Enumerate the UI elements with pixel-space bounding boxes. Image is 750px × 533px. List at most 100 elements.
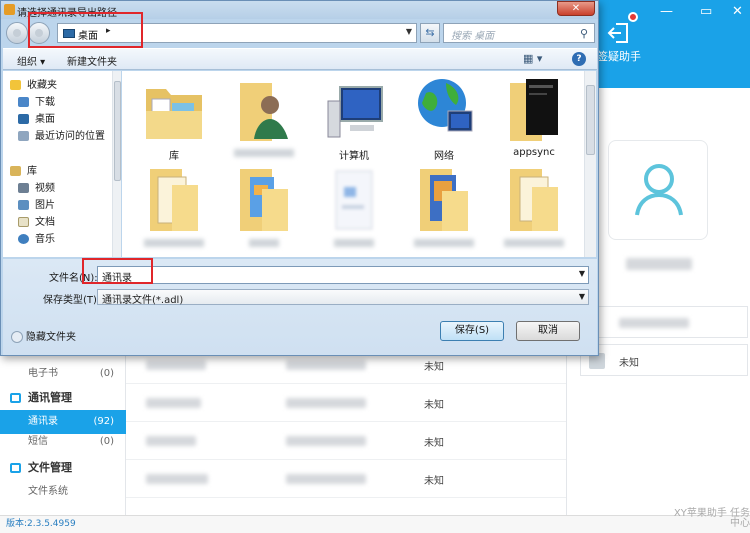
- list-row[interactable]: 未知: [126, 460, 566, 498]
- file-name-blurred: [144, 239, 204, 247]
- highlight-address-bar: [28, 12, 143, 48]
- file-name-blurred: [504, 239, 564, 247]
- file-item-user-folder[interactable]: [224, 75, 304, 167]
- document-icon: [18, 217, 29, 227]
- library-folder-icon: [146, 89, 202, 139]
- nav-libraries[interactable]: 库: [9, 163, 37, 180]
- highlight-filename: [82, 258, 153, 284]
- file-name: 库: [169, 151, 179, 162]
- list-row[interactable]: 未知: [126, 384, 566, 422]
- filetype-value: 通讯录文件(*.adl): [102, 295, 184, 306]
- nav-videos[interactable]: 视频: [17, 180, 55, 197]
- avatar[interactable]: [608, 140, 708, 240]
- desktop-icon: [18, 114, 29, 124]
- nav-pane-scrollbar[interactable]: [112, 71, 121, 257]
- hide-folders-label: 隐藏文件夹: [26, 332, 76, 343]
- folder-icon: [420, 169, 468, 231]
- refresh-button[interactable]: ⇆: [420, 23, 440, 43]
- search-placeholder: 搜索 桌面: [451, 31, 495, 42]
- sidebar-item-label: 短信: [28, 436, 48, 447]
- nav-music[interactable]: 音乐: [17, 231, 55, 248]
- nav-label: 音乐: [35, 234, 55, 245]
- save-button[interactable]: 保存(S): [440, 321, 504, 341]
- sidebar-section-4[interactable]: 文件管理: [0, 455, 126, 481]
- file-view-scrollbar[interactable]: [584, 71, 596, 257]
- new-folder-button[interactable]: 新建文件夹: [67, 53, 117, 68]
- file-item-folder[interactable]: [494, 165, 574, 257]
- list-status: 未知: [424, 476, 444, 487]
- close-app-icon[interactable]: ✕: [732, 4, 743, 19]
- chevron-down-icon[interactable]: ▼: [406, 27, 412, 36]
- save-dialog: 请选择通讯录导出路径 ✕ 桌面 ▸ ▼ ⇆ 搜索 桌面 ⚲ 组织 ▾ 新建文件夹…: [0, 0, 599, 356]
- version-text: 版本:2.3.5.4959: [6, 519, 76, 529]
- detail-field[interactable]: 未知: [580, 344, 748, 376]
- sidebar-item-label: 文件系统: [28, 486, 68, 497]
- file-name-blurred: [414, 239, 474, 247]
- watermark: XY苹果助手 任务中心: [673, 508, 750, 529]
- command-bar: 组织 ▾ 新建文件夹 ▦ ▾ ?: [3, 48, 597, 70]
- file-item-document[interactable]: [314, 165, 394, 257]
- hide-folders-toggle[interactable]: 隐藏文件夹: [11, 328, 76, 343]
- nav-label: 文档: [35, 217, 55, 228]
- chevron-down-icon[interactable]: ▼: [579, 269, 585, 278]
- tool-label: 签疑助手: [597, 50, 641, 63]
- picture-icon: [18, 200, 29, 210]
- detail-field[interactable]: [580, 306, 748, 338]
- sidebar-item-label: 通讯录: [28, 416, 58, 427]
- nav-label: 图片: [35, 200, 55, 211]
- minimize-icon[interactable]: —: [660, 4, 673, 19]
- sidebar-item-3[interactable]: 短信 (0): [0, 430, 126, 454]
- nav-downloads[interactable]: 下载: [17, 94, 55, 111]
- nav-pictures[interactable]: 图片: [17, 197, 55, 214]
- chevron-down-icon[interactable]: ▼: [579, 292, 585, 301]
- file-item-folder[interactable]: [134, 165, 214, 257]
- nav-label: 最近访问的位置: [35, 131, 105, 142]
- list-status: 未知: [424, 362, 444, 373]
- filename-field[interactable]: 通讯录 ▼: [97, 266, 589, 284]
- list-row[interactable]: 未知: [126, 422, 566, 460]
- recent-places-icon: [18, 131, 29, 141]
- file-item-folder[interactable]: [224, 165, 304, 257]
- sidebar-item-label: 电子书: [28, 368, 58, 379]
- filetype-select[interactable]: 通讯录文件(*.adl) ▼: [97, 289, 589, 306]
- nav-favorites[interactable]: 收藏夹: [9, 77, 57, 94]
- file-name-blurred: [234, 149, 294, 157]
- chevron-up-icon: [11, 331, 23, 343]
- file-item-computer[interactable]: 计算机: [314, 75, 394, 167]
- maximize-icon[interactable]: ▭: [700, 4, 712, 19]
- search-input[interactable]: 搜索 桌面 ⚲: [443, 23, 595, 43]
- file-item-appsync[interactable]: appsync: [494, 75, 574, 167]
- folder-icon: [510, 79, 558, 141]
- list-status: 未知: [424, 438, 444, 449]
- computer-icon: [327, 86, 383, 138]
- navigation-pane: 收藏夹 下载 桌面 最近访问的位置 库 视频 图片 文档 音乐: [3, 71, 121, 257]
- nav-desktop[interactable]: 桌面: [17, 111, 55, 128]
- filetype-label: 保存类型(T):: [43, 295, 101, 306]
- nav-label: 收藏夹: [27, 80, 57, 91]
- file-item-network[interactable]: 网络: [404, 75, 484, 167]
- video-icon: [18, 183, 29, 193]
- back-button[interactable]: [6, 22, 28, 44]
- organize-menu[interactable]: 组织 ▾: [17, 53, 45, 68]
- sidebar-item-0[interactable]: 电子书 (0): [0, 362, 126, 386]
- view-options-button[interactable]: ▦ ▾: [523, 52, 542, 65]
- file-item-libraries[interactable]: 库: [134, 75, 214, 167]
- search-icon: ⚲: [579, 27, 588, 40]
- nav-label: 库: [27, 166, 37, 177]
- nav-recent[interactable]: 最近访问的位置: [17, 128, 105, 145]
- user-folder-icon: [240, 83, 288, 141]
- detail-field-value: 未知: [619, 358, 639, 369]
- section-icon: [10, 393, 21, 403]
- cancel-button[interactable]: 取消: [516, 321, 580, 341]
- close-button[interactable]: ✕: [557, 1, 595, 16]
- sidebar-item-5[interactable]: 文件系统: [0, 480, 126, 504]
- exit-icon: [607, 23, 628, 43]
- file-item-folder[interactable]: [404, 165, 484, 257]
- folder-icon: [240, 169, 288, 231]
- file-name: 网络: [434, 151, 454, 162]
- sidebar-section-1[interactable]: 通讯管理: [0, 385, 126, 411]
- nav-documents[interactable]: 文档: [17, 214, 55, 231]
- help-icon[interactable]: ?: [572, 52, 586, 66]
- sidebar-section-label: 文件管理: [28, 461, 72, 474]
- file-name: appsync: [513, 147, 555, 158]
